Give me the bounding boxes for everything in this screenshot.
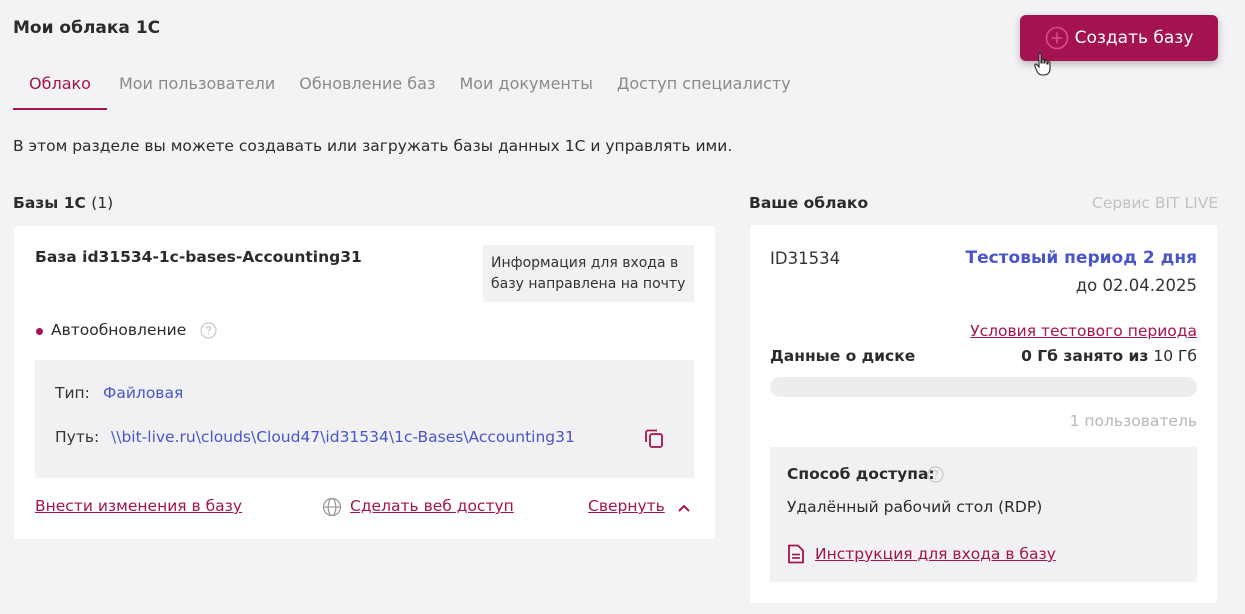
copy-icon[interactable] <box>642 426 666 450</box>
disk-label: Данные о диске <box>770 347 916 365</box>
base-details: Тип: Файловая Путь: \\bit-live.ru\clouds… <box>35 360 694 478</box>
disk-used: 0 Гб занято из <box>1021 347 1149 365</box>
login-info-note: Информация для входа в базу направлена н… <box>483 245 694 302</box>
help-icon[interactable] <box>927 466 944 483</box>
hand-cursor-icon <box>1034 52 1051 76</box>
page-title: Мои облака 1С <box>13 18 161 38</box>
type-label: Тип: <box>55 384 90 402</box>
bases-heading: Базы 1С (1) <box>13 194 113 212</box>
access-method-box: Способ доступа: Удалённый рабочий стол (… <box>770 447 1197 582</box>
tab-cloud[interactable]: Облако <box>13 70 107 110</box>
cloud-card: ID31534 Тестовый период 2 дня до 02.04.2… <box>750 225 1217 603</box>
auto-update-label: Автообновление <box>51 321 187 339</box>
disk-usage-bar <box>770 377 1197 397</box>
tab-specialist-access[interactable]: Доступ специалисту <box>605 70 803 110</box>
section-description: В этом разделе вы можете создавать или з… <box>13 137 733 155</box>
web-access-link[interactable]: Сделать веб доступ <box>350 497 514 515</box>
cloud-heading: Ваше облако <box>749 194 869 212</box>
chevron-up-icon[interactable] <box>676 500 692 516</box>
bases-count: (1) <box>91 194 114 212</box>
help-icon[interactable] <box>200 322 217 339</box>
disk-total: 10 Гб <box>1153 347 1197 365</box>
access-method-title: Способ доступа: <box>787 465 935 483</box>
path-label: Путь: <box>55 428 100 446</box>
path-value: \\bit-live.ru\clouds\Cloud47\id31534\1c-… <box>111 428 575 446</box>
trial-period: Тестовый период 2 дня <box>965 248 1197 268</box>
trial-terms-link[interactable]: Условия тестового периода <box>970 322 1197 340</box>
tab-update-bases[interactable]: Обновление баз <box>287 70 447 110</box>
service-label: Сервис BIT LIVE <box>1092 194 1219 212</box>
base-name: База id31534-1c-bases-Accounting31 <box>35 248 362 266</box>
bases-heading-label: Базы 1С <box>13 194 86 212</box>
disk-usage: 0 Гб занято из 10 Гб <box>1021 347 1197 365</box>
tab-bar: Облако Мои пользователи Обновление баз М… <box>13 70 803 110</box>
users-count: 1 пользователь <box>1069 412 1197 430</box>
collapse-link[interactable]: Свернуть <box>588 497 665 515</box>
create-base-label: Создать базу <box>1074 28 1194 48</box>
base-card: База id31534-1c-bases-Accounting31 Инфор… <box>14 226 715 539</box>
plus-circle-icon <box>1045 26 1068 50</box>
trial-until: до 02.04.2025 <box>1075 276 1197 295</box>
access-method-value: Удалённый рабочий стол (RDP) <box>787 498 1043 516</box>
cloud-id: ID31534 <box>770 249 841 268</box>
edit-base-link[interactable]: Внести изменения в базу <box>35 497 242 515</box>
document-icon <box>788 544 804 564</box>
tab-my-documents[interactable]: Мои документы <box>447 70 604 110</box>
type-value: Файловая <box>103 384 184 402</box>
login-instruction-link[interactable]: Инструкция для входа в базу <box>815 545 1056 563</box>
status-dot <box>36 328 43 335</box>
tab-my-users[interactable]: Мои пользователи <box>107 70 287 110</box>
globe-icon <box>322 497 342 517</box>
